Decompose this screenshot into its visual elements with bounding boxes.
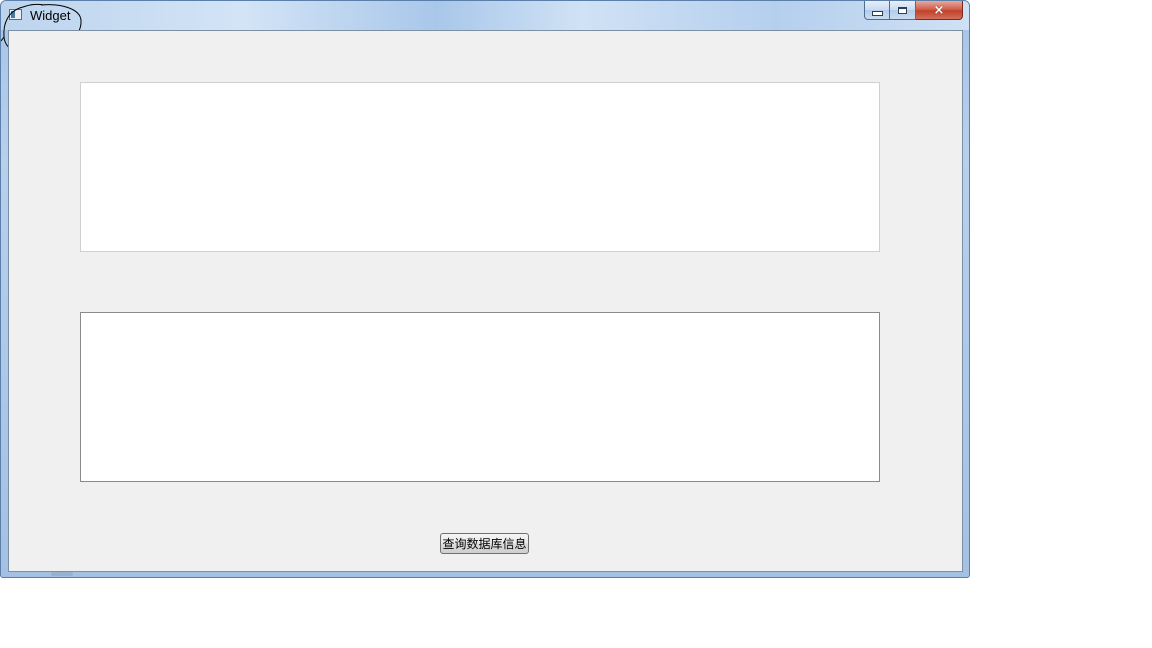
maximize-button[interactable]: [890, 1, 916, 20]
top-text-area[interactable]: [80, 82, 880, 252]
minimize-button[interactable]: [864, 1, 890, 20]
caption-buttons: ×: [864, 1, 963, 21]
query-database-info-button[interactable]: 查询数据库信息: [440, 533, 529, 554]
bottom-text-area[interactable]: [80, 312, 880, 482]
close-button[interactable]: ×: [916, 1, 963, 20]
window-bottom-grip: [51, 572, 73, 576]
app-window: Widget × 查询数据库信息: [0, 0, 970, 578]
close-icon: ×: [933, 2, 945, 18]
minimize-icon: [871, 10, 883, 16]
title-bar[interactable]: Widget ×: [1, 1, 969, 57]
maximize-icon: [898, 6, 907, 14]
widget-client-area: 查询数据库信息: [8, 30, 963, 572]
